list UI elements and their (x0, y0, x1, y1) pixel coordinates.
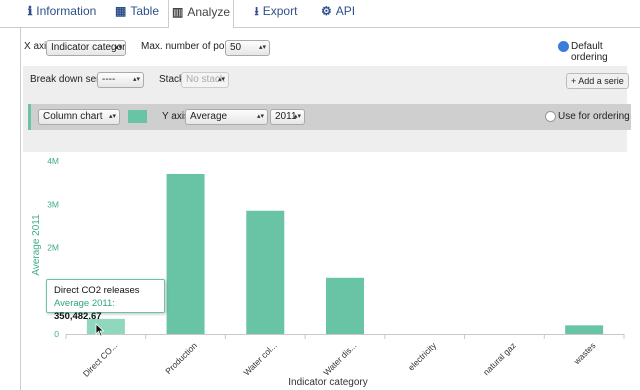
x-tick-label: Production (163, 340, 199, 376)
bar[interactable] (565, 325, 604, 334)
mouse-cursor-icon (95, 323, 105, 337)
bar[interactable] (246, 210, 285, 334)
chart-tooltip: Direct CO2 releases Average 2011: 350,48… (46, 279, 165, 322)
y-tick-label: 0 (54, 329, 59, 339)
bar[interactable] (326, 277, 364, 334)
y-axis-title: Average 2011 (31, 214, 42, 276)
tooltip-series: Average 2011 (54, 298, 113, 309)
y-tick-label: 3M (47, 199, 59, 209)
y-tick-label: 4M (47, 156, 59, 166)
chart-grid (65, 334, 625, 339)
x-tick-label: Water col... (241, 340, 278, 377)
x-tick-label: natural gaz (481, 340, 518, 377)
tooltip-title: Direct CO2 releases (54, 285, 140, 296)
x-tick-label: Water dis... (321, 340, 358, 377)
tooltip-separator: : (112, 298, 115, 309)
x-tick-label: wastes (571, 340, 597, 366)
x-tick-label: Direct CO... (81, 340, 119, 378)
bar[interactable] (166, 173, 205, 334)
y-tick-label: 2M (47, 243, 59, 253)
x-axis-title: Indicator category (288, 377, 368, 388)
tooltip-value: 350,482.67 (54, 311, 102, 322)
x-tick-label: electricity (406, 340, 439, 373)
chart-ticks: 01M2M3M4MDirect CO...ProductionWater col… (47, 156, 597, 379)
